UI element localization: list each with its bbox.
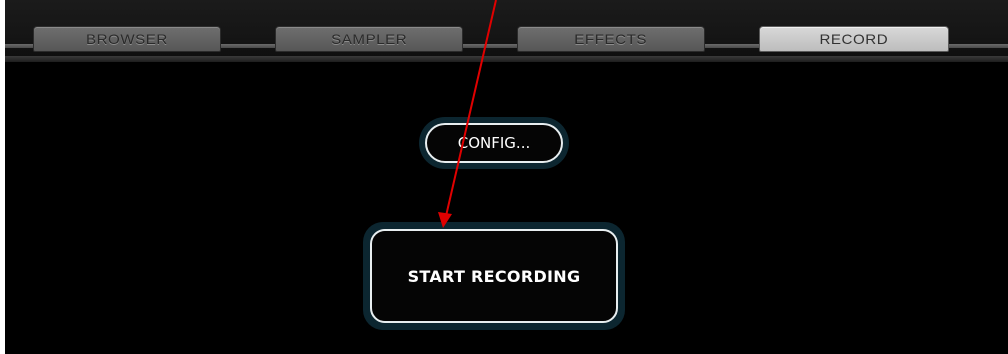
- tab-record-label: RECORD: [819, 31, 889, 47]
- start-recording-label: START RECORDING: [370, 229, 618, 323]
- tab-sampler[interactable]: SAMPLER: [275, 26, 463, 52]
- start-recording-button[interactable]: START RECORDING: [363, 222, 625, 330]
- recording-panel-window: BROWSER SAMPLER EFFECTS RECORD CONFIG...…: [5, 0, 1008, 354]
- tab-record[interactable]: RECORD: [759, 26, 949, 52]
- tab-sampler-label: SAMPLER: [330, 31, 408, 47]
- config-button[interactable]: CONFIG...: [419, 117, 569, 169]
- tab-effects-label: EFFECTS: [574, 31, 648, 47]
- config-button-label: CONFIG...: [425, 123, 563, 163]
- tab-bar: BROWSER SAMPLER EFFECTS RECORD: [5, 0, 1008, 62]
- tab-effects[interactable]: EFFECTS: [517, 26, 705, 52]
- tab-browser-label: BROWSER: [86, 31, 168, 47]
- tab-rail-lower: [5, 56, 1008, 62]
- tab-browser[interactable]: BROWSER: [33, 26, 221, 52]
